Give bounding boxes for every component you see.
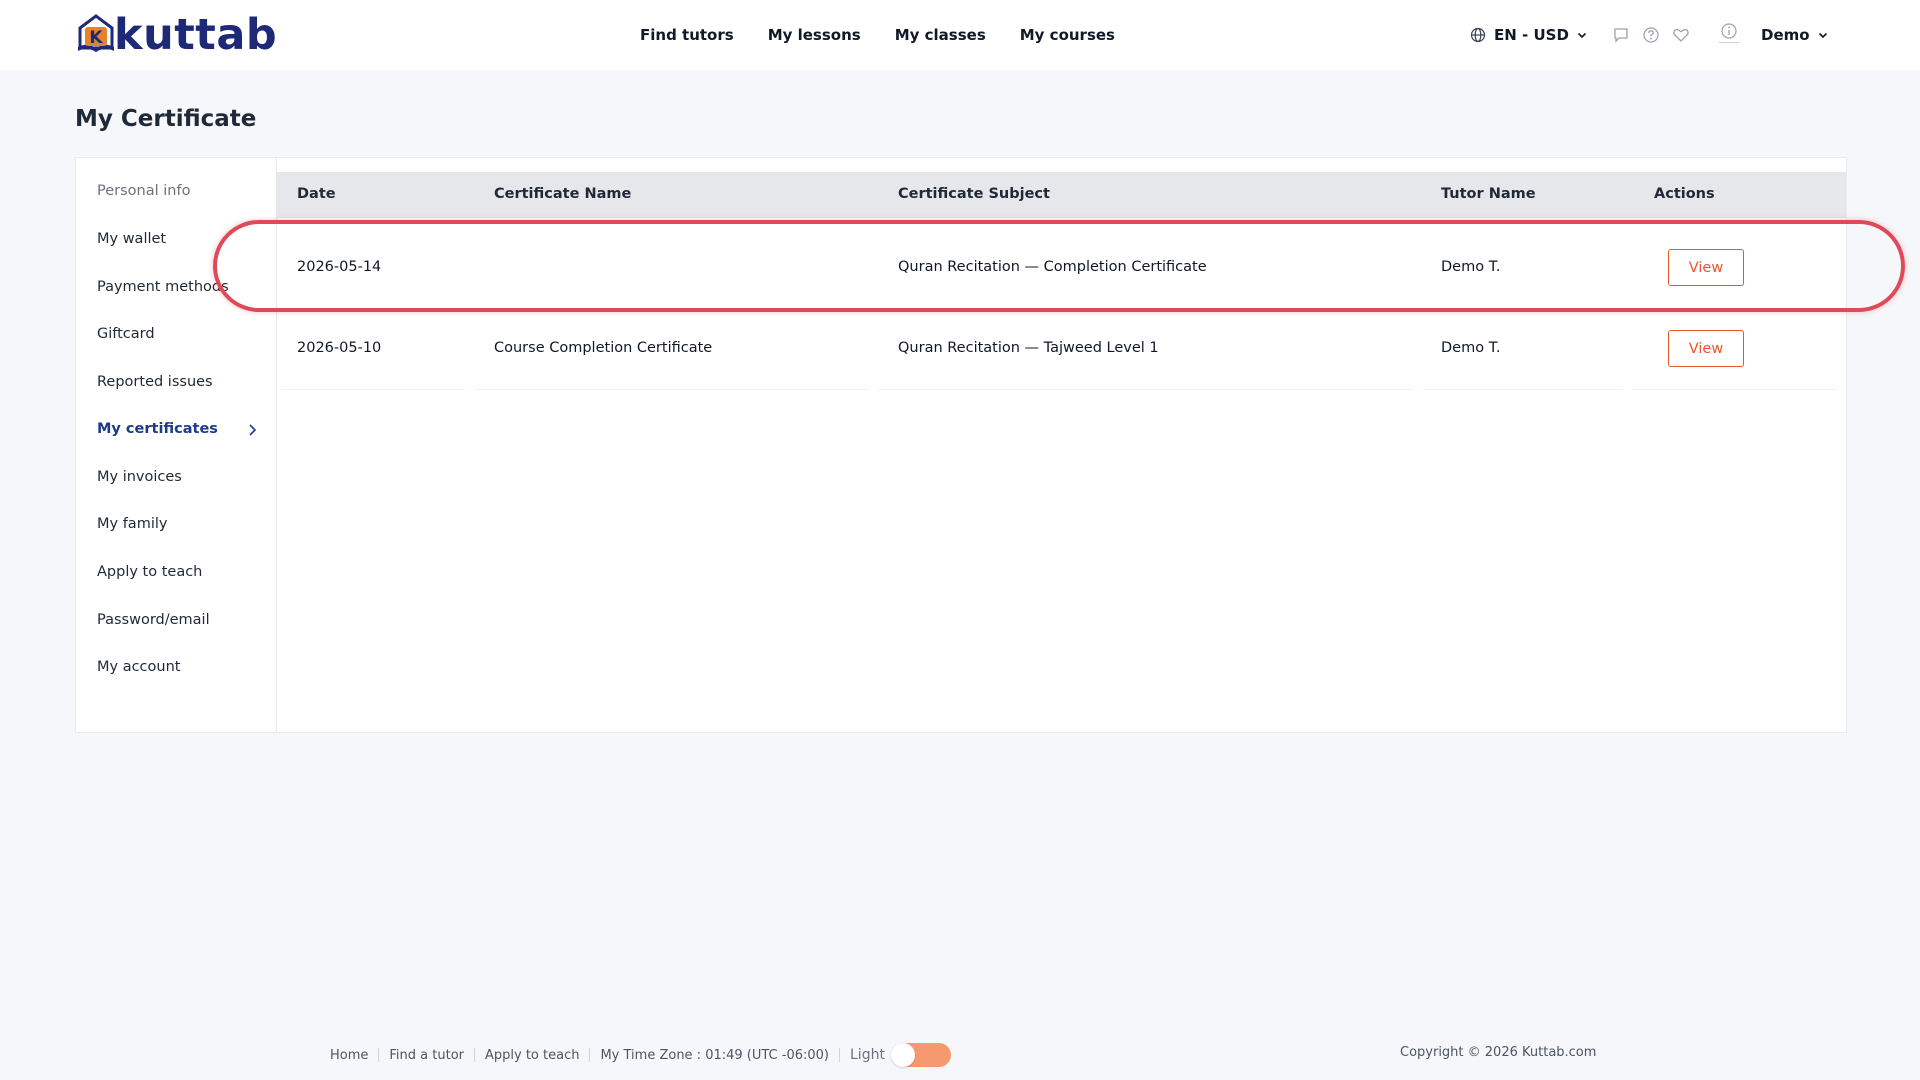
sidebar-item-my-wallet[interactable]: My wallet: [97, 231, 166, 247]
view-certificate-button[interactable]: View: [1668, 249, 1744, 286]
chevron-down-icon: [1818, 32, 1827, 39]
footer-separator: [839, 1048, 840, 1062]
cell-tutor-name: Demo T.: [1441, 340, 1501, 356]
view-certificate-button[interactable]: View: [1668, 330, 1744, 367]
footer-link-home[interactable]: Home: [330, 1048, 368, 1063]
table-row: 2026-05-10 Course Completion Certificate…: [277, 310, 1846, 390]
cell-date: 2026-05-14: [297, 259, 382, 275]
logo-mark-icon: K: [78, 14, 114, 52]
sidebar-item-password-email[interactable]: Password/email: [97, 612, 210, 628]
info-underline: [1719, 42, 1739, 43]
table-row: 2026-05-14 Quran Recitation — Completion…: [277, 229, 1846, 309]
account-sidebar: Personal info My wallet Payment methods …: [76, 158, 277, 732]
main-nav: Find tutors My lessons My classes My cou…: [640, 0, 1115, 70]
column-header-date: Date: [297, 186, 336, 202]
footer-link-find-a-tutor[interactable]: Find a tutor: [389, 1048, 464, 1063]
cell-certificate-name: Course Completion Certificate: [494, 340, 713, 356]
row-divider: [1423, 308, 1623, 309]
sidebar-item-my-invoices[interactable]: My invoices: [97, 469, 182, 485]
nav-my-courses[interactable]: My courses: [1020, 26, 1115, 44]
column-header-certificate-name: Certificate Name: [494, 186, 632, 202]
heart-icon[interactable]: [1672, 26, 1690, 44]
cell-tutor-name: Demo T.: [1441, 259, 1501, 275]
svg-text:K: K: [89, 28, 103, 48]
header-icons: [1612, 0, 1690, 70]
top-bar: K kuttab Find tutors My lessons My class…: [0, 0, 1920, 70]
sidebar-item-reported-issues[interactable]: Reported issues: [97, 374, 213, 390]
footer-separator: [589, 1048, 591, 1062]
user-name: Demo: [1761, 26, 1810, 44]
chevron-down-icon: [1577, 32, 1586, 39]
column-header-actions: Actions: [1654, 186, 1715, 202]
content-card: Personal info My wallet Payment methods …: [75, 157, 1847, 733]
cell-date: 2026-05-10: [297, 340, 382, 356]
sidebar-item-apply-to-teach[interactable]: Apply to teach: [97, 564, 202, 580]
sidebar-item-giftcard[interactable]: Giftcard: [97, 326, 155, 342]
row-divider: [474, 308, 870, 309]
language-currency-selector[interactable]: EN - USD: [1470, 0, 1587, 70]
logo-text: kuttab: [114, 9, 278, 60]
footer-separator: [474, 1048, 475, 1062]
sidebar-item-my-certificates[interactable]: My certificates: [97, 421, 218, 437]
copyright-text: Copyright © 2026 Kuttab.com: [1400, 1045, 1597, 1060]
lang-currency-label: EN - USD: [1494, 26, 1569, 44]
column-header-tutor-name: Tutor Name: [1441, 186, 1536, 202]
cell-certificate-subject: Quran Recitation — Tajweed Level 1: [898, 340, 1159, 356]
footer: Home Find a tutor Apply to teach My Time…: [330, 1040, 951, 1070]
nav-my-classes[interactable]: My classes: [895, 26, 986, 44]
footer-separator: [378, 1048, 380, 1062]
kuttab-logo[interactable]: K kuttab: [76, 12, 277, 58]
row-divider: [474, 389, 870, 390]
nav-my-lessons[interactable]: My lessons: [768, 26, 861, 44]
column-header-certificate-subject: Certificate Subject: [898, 186, 1050, 202]
cell-certificate-subject: Quran Recitation — Completion Certificat…: [898, 259, 1207, 275]
chat-icon[interactable]: [1612, 26, 1630, 44]
row-divider: [1632, 308, 1838, 309]
page-title: My Certificate: [75, 106, 257, 132]
sidebar-item-my-family[interactable]: My family: [97, 516, 167, 532]
toggle-knob: [890, 1043, 915, 1067]
timezone-text: My Time Zone : 01:49 (UTC -06:00): [600, 1047, 829, 1063]
footer-link-apply-to-teach[interactable]: Apply to teach: [485, 1048, 579, 1063]
row-divider: [281, 389, 465, 390]
sidebar-item-my-account[interactable]: My account: [97, 659, 180, 675]
row-divider: [281, 308, 465, 309]
globe-icon: [1470, 27, 1486, 43]
row-divider: [1632, 389, 1838, 390]
sidebar-item-personal-info[interactable]: Personal info: [97, 183, 190, 199]
row-divider: [878, 308, 1414, 309]
theme-toggle[interactable]: [890, 1043, 951, 1067]
help-icon[interactable]: [1642, 26, 1660, 44]
info-icon[interactable]: [1720, 22, 1738, 44]
nav-find-tutors[interactable]: Find tutors: [640, 26, 734, 44]
user-menu[interactable]: Demo: [1761, 0, 1828, 70]
sidebar-item-payment-methods[interactable]: Payment methods: [97, 279, 229, 295]
theme-label: Light: [850, 1047, 885, 1063]
chevron-right-icon: [249, 424, 257, 436]
table-header: Date Certificate Name Certificate Subjec…: [277, 172, 1846, 218]
row-divider: [1423, 389, 1623, 390]
row-divider: [878, 389, 1414, 390]
